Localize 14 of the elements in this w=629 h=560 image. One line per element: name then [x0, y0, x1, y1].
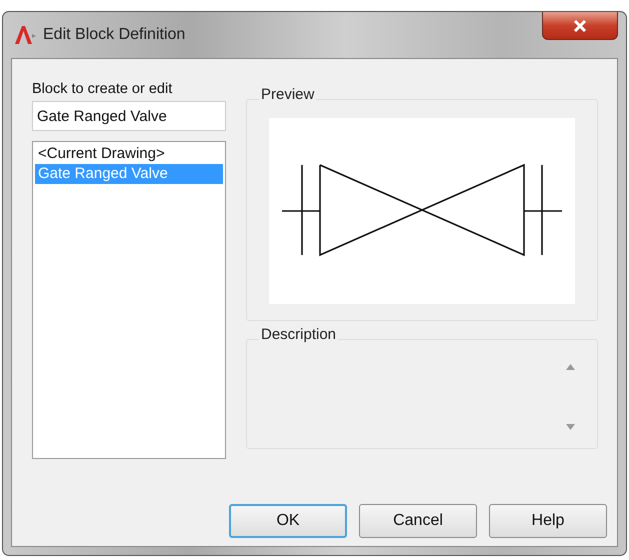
scroll-up-icon[interactable] [566, 364, 575, 370]
scroll-down-icon[interactable] [566, 424, 575, 430]
group-title: Preview [259, 86, 316, 103]
close-icon [573, 20, 587, 32]
window-title: Edit Block Definition [43, 26, 186, 44]
field-label: Block to create or edit [32, 81, 174, 97]
dialog-button[interactable]: Cancel [359, 504, 477, 538]
list-item[interactable]: <Current Drawing> [35, 144, 223, 164]
dialog-button[interactable]: Help [489, 504, 607, 538]
block-name-field[interactable]: Gate Ranged Valve [32, 101, 226, 131]
app-logo-icon [13, 24, 37, 46]
close-button[interactable] [542, 12, 618, 40]
dialog-button[interactable]: OK [229, 504, 347, 538]
group-title: Description [259, 326, 338, 343]
